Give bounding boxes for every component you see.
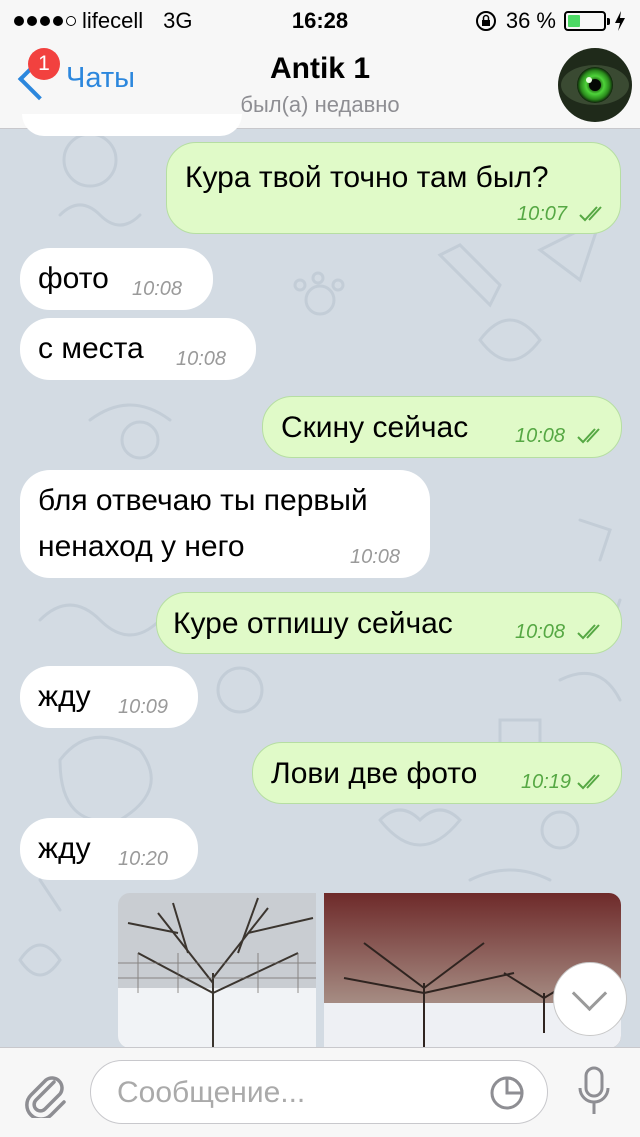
message-time: 10:19 [521, 771, 572, 793]
read-checkmarks-icon [577, 624, 600, 640]
message-text-line2: ненаход у него [38, 530, 245, 563]
message-input[interactable] [115, 1069, 479, 1117]
message-text: Лови две фото [271, 757, 478, 790]
message-bubble-incoming[interactable]: бля отвечаю ты первый ненаход у него 10:… [20, 470, 430, 578]
paperclip-icon[interactable] [22, 1068, 68, 1118]
message-bubble-outgoing[interactable]: Скину сейчас 10:08 [262, 396, 622, 458]
message-time: 10:08 [132, 278, 183, 300]
message-text: с места [38, 332, 144, 365]
photo-thumbnail[interactable] [118, 893, 316, 1048]
chat-title[interactable]: Antik 1 [0, 52, 640, 86]
battery-fill [568, 15, 580, 27]
message-text-line1: бля отвечаю ты первый [38, 484, 368, 517]
message-field[interactable] [90, 1060, 548, 1124]
rotation-lock-icon [475, 11, 496, 31]
message-bubble-partial [22, 114, 242, 136]
status-bar: lifecell 3G 16:28 36 % [0, 0, 640, 40]
battery-icon [564, 11, 610, 31]
message-text: жду [38, 680, 91, 713]
message-bubble-incoming[interactable]: жду 10:20 [20, 818, 198, 880]
read-checkmarks-icon [577, 428, 600, 444]
message-text: Кура твой точно там был? [185, 161, 549, 194]
microphone-icon[interactable] [576, 1066, 612, 1120]
read-checkmarks-icon [579, 206, 602, 222]
message-bubble-outgoing[interactable]: Лови две фото 10:19 [252, 742, 622, 804]
message-time: 10:08 [176, 348, 227, 370]
message-time: 10:07 [517, 203, 568, 225]
avatar-image [558, 48, 632, 122]
photo-album[interactable] [118, 893, 621, 1048]
message-bubble-incoming[interactable]: фото 10:08 [20, 248, 213, 310]
message-text: Скину сейчас [281, 411, 469, 444]
sticker-icon[interactable] [489, 1075, 525, 1111]
scroll-to-bottom-button[interactable] [553, 962, 627, 1036]
message-time: 10:08 [350, 546, 401, 568]
battery-percent: 36 % [505, 8, 556, 33]
message-time: 10:08 [515, 621, 566, 643]
message-bubble-incoming[interactable]: жду 10:09 [20, 666, 198, 728]
message-bubble-outgoing[interactable]: Кура твой точно там был? 10:07 [166, 142, 621, 234]
message-text: фото [38, 262, 109, 295]
message-text: Куре отпишу сейчас [173, 607, 453, 640]
message-bubble-outgoing[interactable]: Куре отпишу сейчас 10:08 [156, 592, 622, 654]
read-checkmarks-icon [577, 774, 600, 790]
charging-icon [615, 11, 625, 31]
message-time: 10:08 [515, 425, 566, 447]
status-right: 36 % [474, 8, 626, 34]
avatar[interactable] [558, 48, 632, 122]
message-input-bar [0, 1047, 640, 1137]
chevron-down-icon [571, 975, 608, 1012]
message-bubble-incoming[interactable]: с места 10:08 [20, 318, 256, 380]
message-text: жду [38, 832, 91, 865]
message-time: 10:20 [118, 848, 169, 870]
message-time: 10:09 [118, 696, 169, 718]
